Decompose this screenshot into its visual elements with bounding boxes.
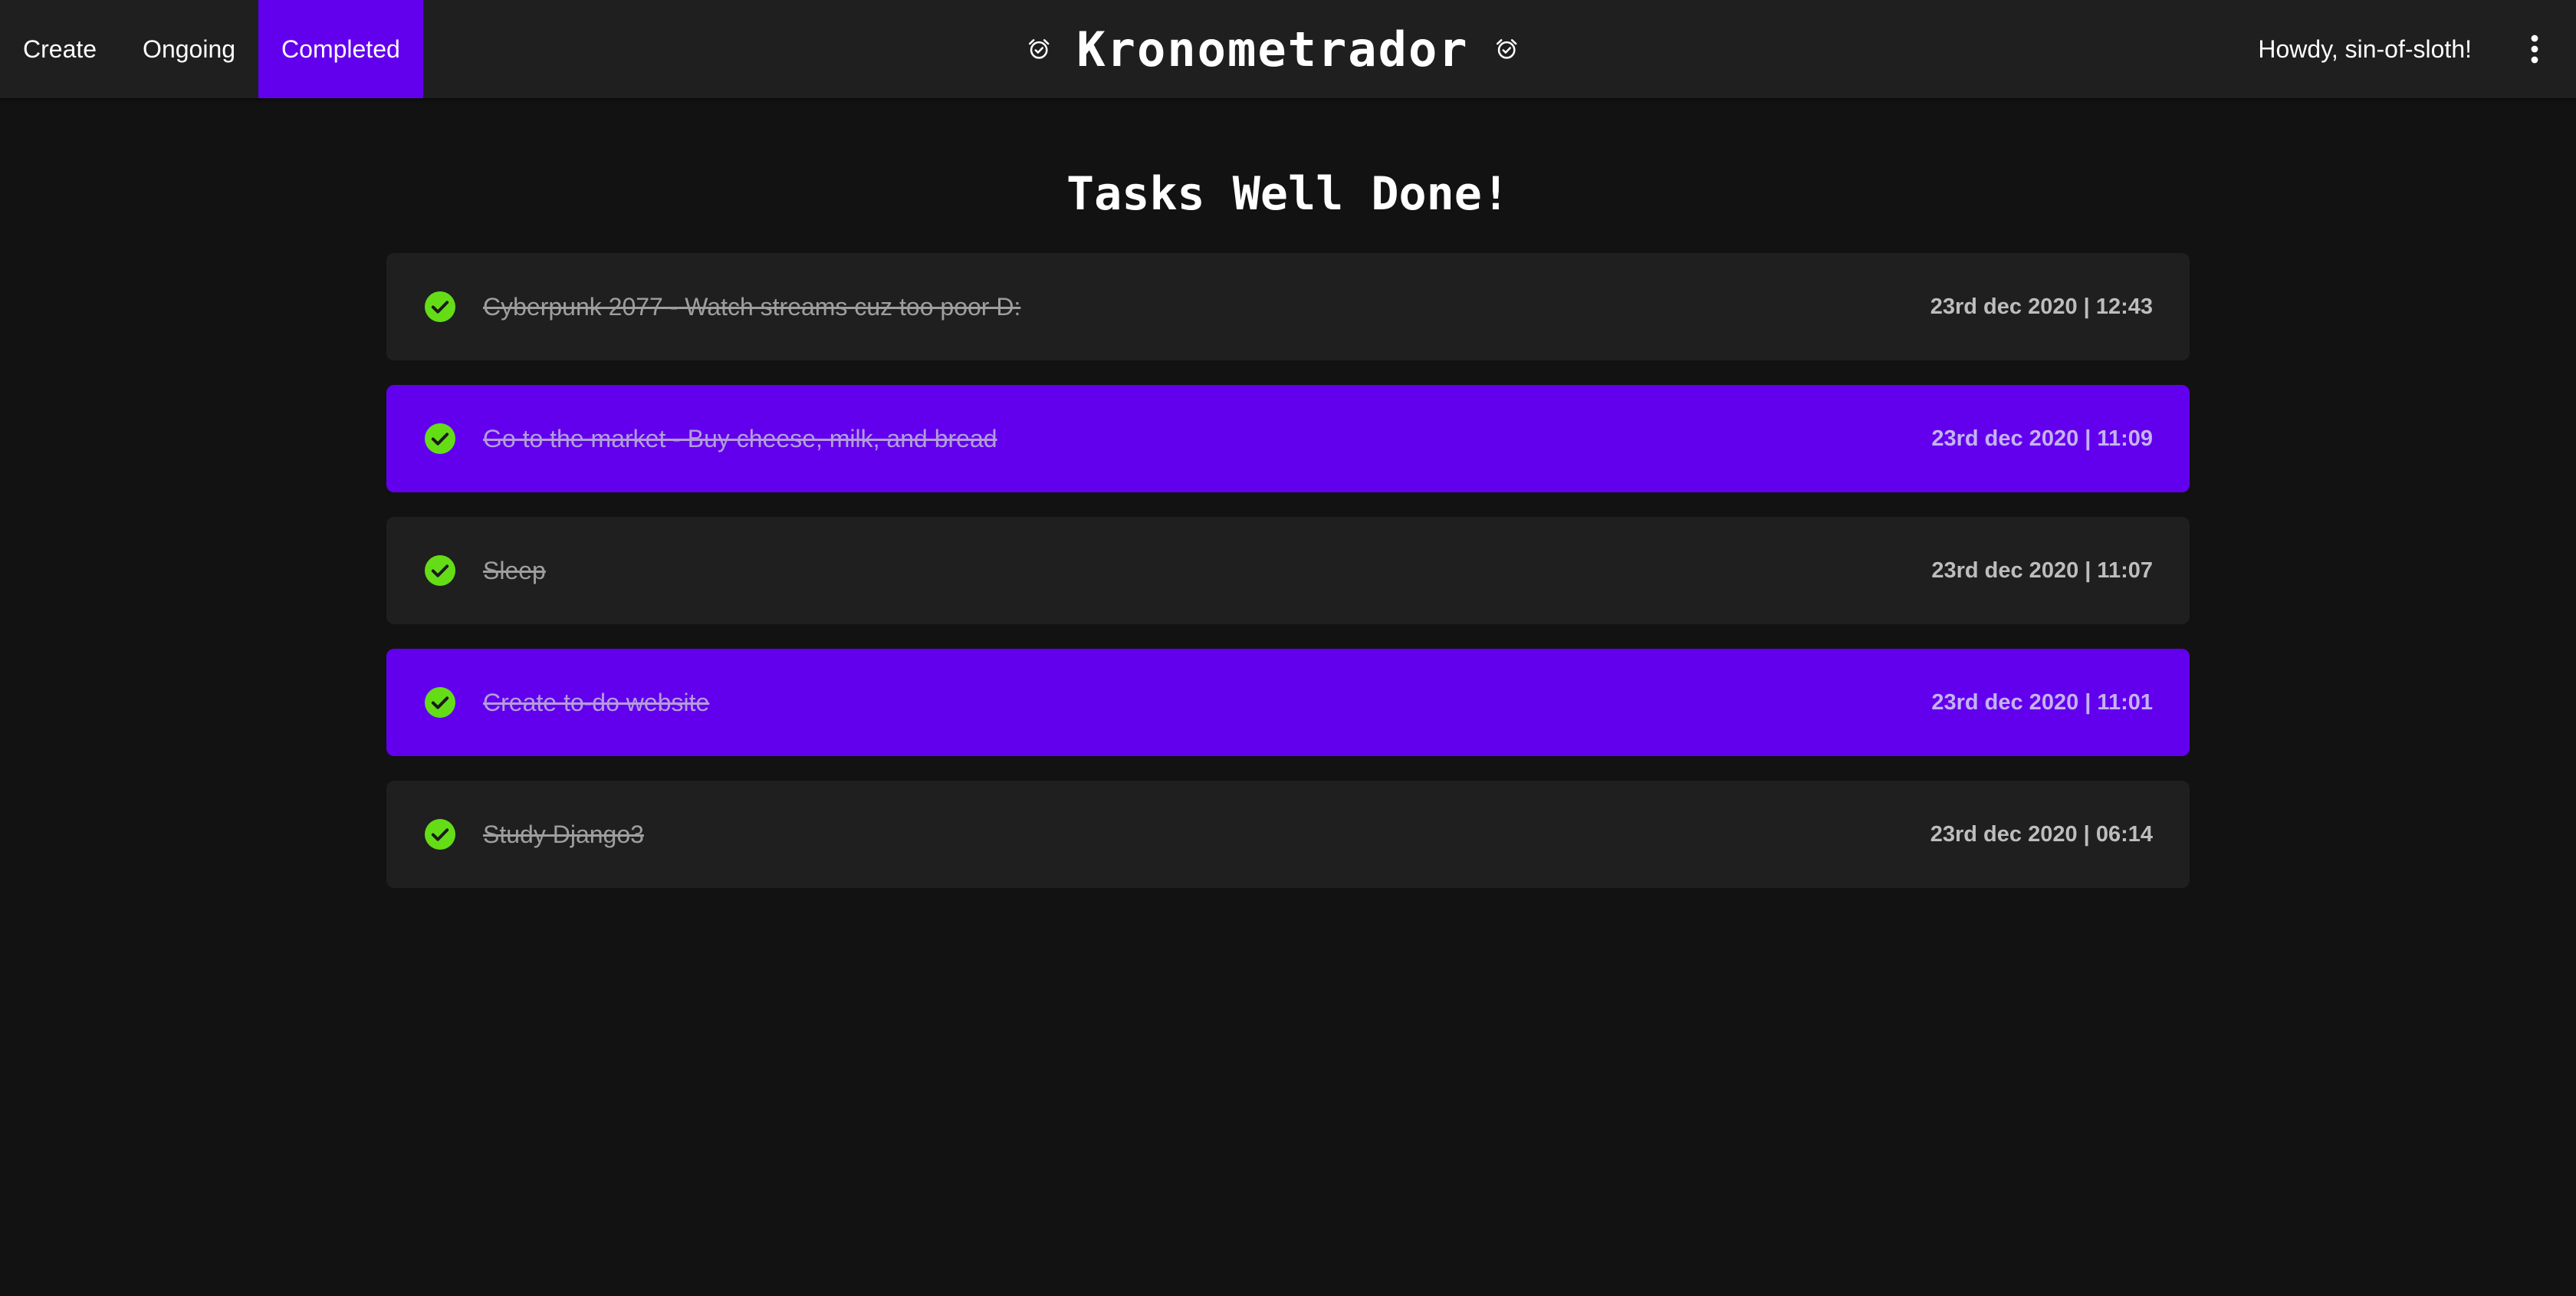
brand-title: Kronometrador bbox=[1076, 21, 1469, 77]
task-card[interactable]: Cyberpunk 2077 - Watch streams cuz too p… bbox=[386, 253, 2190, 360]
nav-links: Create Ongoing Completed bbox=[0, 0, 423, 98]
task-list: Cyberpunk 2077 - Watch streams cuz too p… bbox=[386, 253, 2190, 913]
check-circle-icon[interactable] bbox=[425, 291, 455, 322]
task-date: 23rd dec 2020 | 11:01 bbox=[1931, 689, 2153, 715]
task-title: Cyberpunk 2077 - Watch streams cuz too p… bbox=[483, 292, 1021, 321]
nav-link-completed[interactable]: Completed bbox=[258, 0, 423, 98]
check-circle-icon[interactable] bbox=[425, 555, 455, 586]
task-date: 23rd dec 2020 | 11:07 bbox=[1931, 558, 2153, 583]
task-title: Sleep bbox=[483, 556, 546, 584]
nav-link-create[interactable]: Create bbox=[0, 0, 120, 98]
task-date: 23rd dec 2020 | 06:14 bbox=[1930, 821, 2153, 847]
user-greeting: Howdy, sin-of-sloth! bbox=[2258, 35, 2472, 63]
alarm-clock-check-icon bbox=[1028, 39, 1050, 59]
nav-link-ongoing[interactable]: Ongoing bbox=[120, 0, 258, 98]
check-circle-icon[interactable] bbox=[425, 423, 455, 454]
task-title: Study Django3 bbox=[483, 820, 644, 848]
more-vertical-icon[interactable] bbox=[2516, 31, 2553, 67]
task-card[interactable]: Sleep 23rd dec 2020 | 11:07 bbox=[386, 517, 2190, 624]
brand[interactable]: Kronometrador bbox=[1027, 0, 1518, 98]
check-circle-icon[interactable] bbox=[425, 687, 455, 718]
task-title: Go to the market - Buy cheese, milk, and… bbox=[483, 424, 997, 452]
task-date: 23rd dec 2020 | 12:43 bbox=[1930, 294, 2153, 319]
task-card[interactable]: Go to the market - Buy cheese, milk, and… bbox=[386, 385, 2190, 492]
task-title: Create to-do website bbox=[483, 688, 710, 716]
task-card[interactable]: Study Django3 23rd dec 2020 | 06:14 bbox=[386, 781, 2190, 888]
check-circle-icon[interactable] bbox=[425, 819, 455, 850]
navbar: Create Ongoing Completed Kronometrador H… bbox=[0, 0, 2576, 98]
alarm-clock-check-icon bbox=[1496, 39, 1517, 59]
page-title: Tasks Well Done! bbox=[1066, 167, 1510, 221]
task-date: 23rd dec 2020 | 11:09 bbox=[1931, 426, 2153, 451]
task-card[interactable]: Create to-do website 23rd dec 2020 | 11:… bbox=[386, 649, 2190, 756]
